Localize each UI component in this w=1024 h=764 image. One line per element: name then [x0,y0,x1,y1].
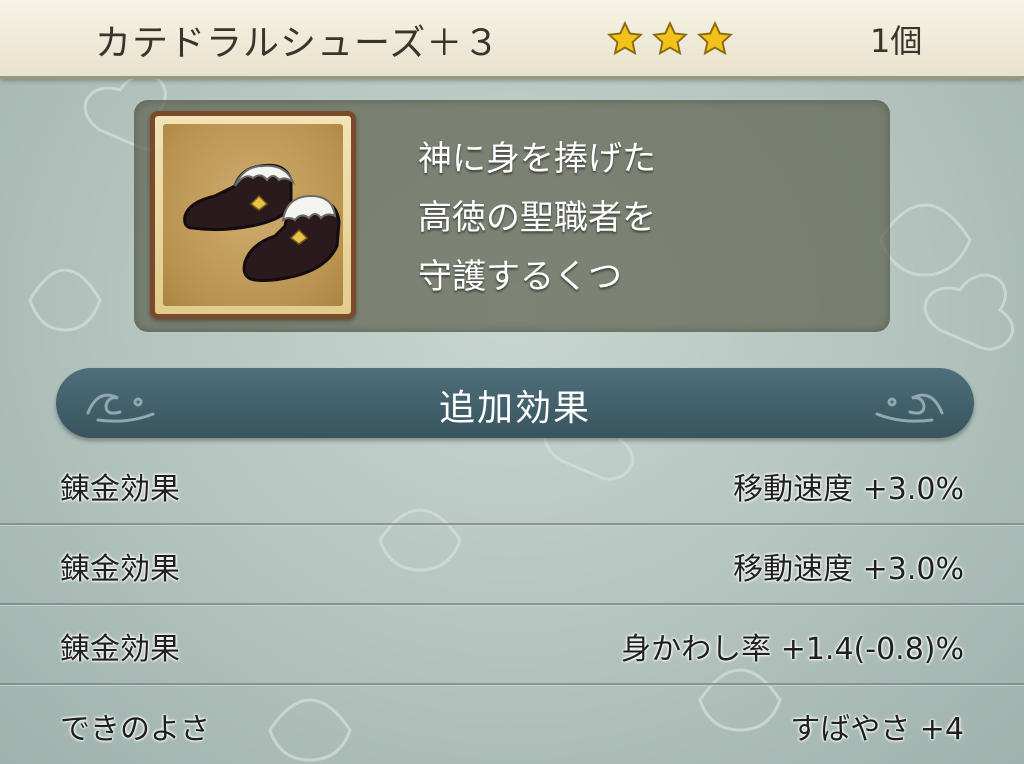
rarity-stars [606,20,736,60]
description-line: 高徳の聖職者を [418,198,656,238]
effect-row: 錬金効果 移動速度 +3.0% [0,446,1024,526]
item-icon-frame [150,111,356,319]
section-header-bar: 追加効果 [56,368,974,438]
item-count: 1個 [870,22,923,60]
item-description: 神に身を捧げた 高徳の聖職者を 守護するくつ [418,130,656,307]
effect-row: 錬金効果 身かわし率 +1.4(-0.8)% [0,606,1024,686]
star-icon [606,20,644,56]
section-title: 追加効果 [438,388,591,429]
star-icon [697,20,734,56]
effect-row: 錬金効果 移動速度 +3.0% [0,526,1024,606]
ornament-right-icon [875,393,944,423]
description-line: 守護するくつ [418,257,622,297]
effect-row: できのよさ すばやさ +4 [0,686,1024,764]
effect-value: 移動速度 +3.0% [733,472,964,507]
effect-value: 身かわし率 +1.4(-0.8)% [621,632,964,667]
effect-label: できのよさ [60,712,210,747]
item-header: カテドラルシューズ＋３ 1個 [0,0,1024,79]
description-line: 神に身を捧げた [418,139,656,179]
effect-value: すばやさ +4 [790,712,964,747]
effect-label: 錬金効果 [60,552,180,587]
star-icon [652,20,689,56]
effect-label: 錬金効果 [60,632,180,667]
shoes-icon [183,163,341,282]
effect-label: 錬金効果 [60,472,180,507]
item-name: カテドラルシューズ＋３ [95,23,501,64]
effect-value: 移動速度 +3.0% [733,552,964,587]
